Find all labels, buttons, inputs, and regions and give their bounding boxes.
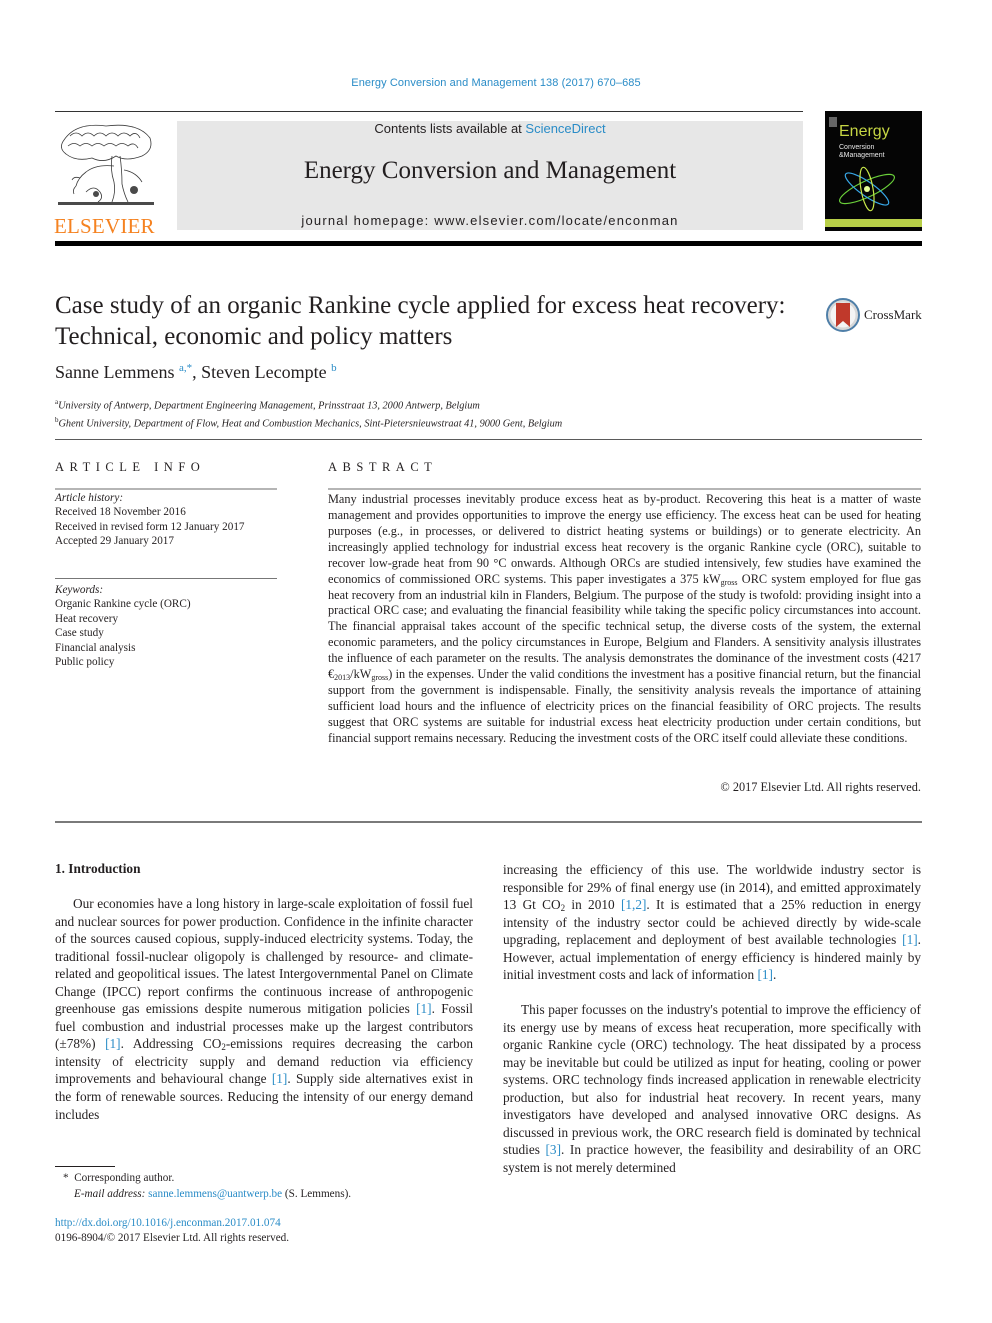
reference-link[interactable]: [1] [416, 1001, 432, 1016]
cover-publisher-icon [829, 117, 837, 127]
abstract-segment: ) in the expenses. Under the valid condi… [328, 667, 921, 745]
author-list: Sanne Lemmens a,*, Steven Lecompte b [55, 362, 337, 383]
affiliations-rule [55, 439, 922, 440]
article-history: Article history: Received 18 November 20… [55, 491, 277, 549]
abstract-bottom-rule [55, 821, 922, 823]
footnotes: * Corresponding author. E-mail address: … [55, 1170, 351, 1202]
body-text: . In practice however, the feasi­bility … [503, 1142, 921, 1175]
abstract-subscript: gross [371, 673, 389, 683]
journal-homepage-link[interactable]: journal homepage: www.elsevier.com/locat… [177, 213, 803, 228]
keywords-rule [55, 578, 277, 579]
cover-band [825, 219, 922, 227]
affiliation-text: Ghent University, Department of Flow, He… [58, 418, 563, 430]
article-info-heading: ARTICLE INFO [55, 460, 206, 474]
journal-name: Energy Conversion and Management [303, 157, 677, 184]
crossmark-label: CrossMark [864, 307, 922, 322]
reference-link[interactable]: [1,2] [621, 897, 646, 912]
article-info-rule [55, 488, 277, 490]
abstract-subscript: 2013 [334, 673, 351, 683]
corresponding-author-note: * Corresponding author. [55, 1170, 351, 1186]
keywords-block: Keywords: Organic Rankine cycle (ORC) He… [55, 583, 277, 669]
body-text: This paper focusses on the industry's po… [503, 1002, 921, 1158]
abstract-segment: /kW [350, 667, 372, 682]
header-top-rule [55, 111, 803, 112]
abstract-segment: ORC system employed for flue gas heat re… [328, 571, 921, 682]
abstract-text: Many industrial processes inevitably pro… [328, 492, 921, 747]
author-separator: , [192, 362, 202, 382]
body-text: . [772, 967, 777, 983]
affiliation-text: University of Antwerp, Department Engine… [58, 400, 480, 412]
history-item: Accepted 29 January 2017 [55, 535, 174, 548]
article-title: Case study of an organic Rankine cycle a… [55, 292, 786, 350]
footnote-text: Corresponding author. [74, 1172, 175, 1184]
author-name[interactable]: Steven Lecompte [201, 362, 326, 382]
abstract-subscript: gross [720, 577, 738, 587]
elsevier-wordmark: ELSEVIER [54, 214, 155, 238]
contents-prefix: Contents lists available at [374, 121, 526, 136]
author-affiliation-mark[interactable]: b [331, 362, 337, 374]
abstract-rule [328, 488, 921, 490]
keyword-item: Case study [55, 627, 104, 640]
reference-link[interactable]: [3] [546, 1142, 562, 1157]
crossmark-icon [826, 298, 860, 332]
keyword-item: Financial analysis [55, 641, 136, 654]
abstract-copyright: © 2017 Elsevier Ltd. All rights reserved… [720, 780, 921, 794]
reference-link[interactable]: [1] [902, 932, 918, 947]
reference-link[interactable]: [1] [757, 967, 773, 982]
keyword-item: Organic Rankine cycle (ORC) [55, 598, 191, 611]
crossmark-button[interactable]: CrossMark [826, 297, 926, 333]
section-heading-introduction: 1. Introduction [55, 861, 141, 876]
affiliation-item: bGhent University, Department of Flow, H… [55, 413, 562, 431]
author-name[interactable]: Sanne Lemmens [55, 362, 174, 382]
body-text: in 2010 [565, 897, 621, 913]
doi-block: http://dx.doi.org/10.1016/j.enconman.201… [55, 1216, 289, 1246]
email-link[interactable]: sanne.lemmens@uantwerp.be [148, 1188, 282, 1200]
doi-link[interactable]: http://dx.doi.org/10.1016/j.enconman.201… [55, 1217, 281, 1229]
issn-line: 0196-8904/© 2017 Elsevier Ltd. All right… [55, 1232, 290, 1244]
keyword-item: Heat recovery [55, 612, 119, 625]
footnote-mark: * [63, 1172, 69, 1184]
sciencedirect-link[interactable]: ScienceDirect [525, 121, 605, 136]
body-paragraph: increasing the efficiency of this use. T… [503, 861, 921, 984]
history-item: Received 18 November 2016 [55, 506, 186, 519]
history-item: Received in revised form 12 January 2017 [55, 520, 245, 533]
body-text: Our economies have a long history in lar… [55, 896, 473, 1017]
footnote-rule [55, 1166, 115, 1167]
affiliation-item: aUniversity of Antwerp, Department Engin… [55, 395, 562, 413]
abstract-heading: ABSTRACT [328, 460, 438, 474]
journal-cover-image[interactable]: Energy Conversion &Management [825, 111, 922, 231]
cover-subtitle-line1: Conversion [839, 144, 875, 151]
journal-masthead: Contents lists available at ScienceDirec… [177, 121, 803, 230]
email-suffix: (S. Lemmens). [282, 1188, 352, 1200]
header-thick-rule [55, 241, 922, 246]
journal-citation-link[interactable]: Energy Conversion and Management 138 (20… [0, 77, 992, 89]
elsevier-logo[interactable]: ELSEVIER [54, 120, 158, 237]
body-paragraph: Our economies have a long history in lar… [55, 895, 473, 1123]
cover-glow-graphic-icon [839, 166, 895, 212]
article-history-label: Article history: [55, 492, 124, 504]
contents-line: Contents lists available at ScienceDirec… [177, 121, 803, 137]
keyword-item: Public policy [55, 656, 115, 669]
reference-link[interactable]: [1] [105, 1036, 121, 1051]
email-label: E-mail address: [74, 1188, 146, 1200]
elsevier-tree-icon [58, 124, 154, 205]
cover-title: Energy [839, 123, 890, 140]
affiliations: aUniversity of Antwerp, Department Engin… [55, 395, 562, 432]
body-paragraph: This paper focusses on the industry's po… [503, 1001, 921, 1176]
keywords-label: Keywords: [55, 584, 104, 596]
reference-link[interactable]: [1] [272, 1071, 288, 1086]
body-text: . Addressing CO [120, 1036, 222, 1052]
author-affiliation-mark[interactable]: a,* [179, 362, 192, 374]
email-note: E-mail address: sanne.lemmens@uantwerp.b… [55, 1186, 351, 1202]
